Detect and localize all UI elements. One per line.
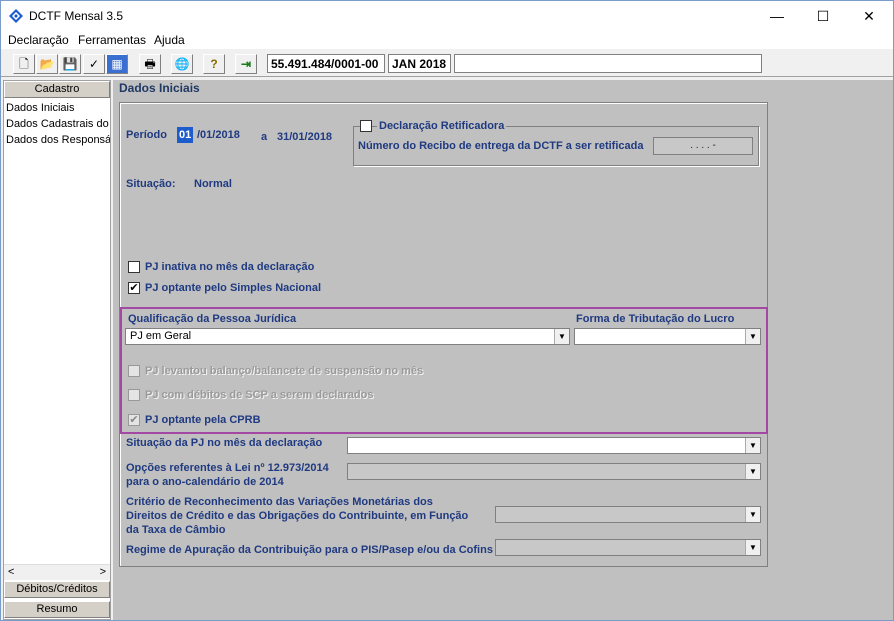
criterio-label-line2: Direitos de Crédito e das Obrigações do …: [126, 510, 469, 522]
regime-label: Regime de Apuração da Contribuição para …: [126, 544, 493, 556]
periodo-end: 31/01/2018: [277, 131, 333, 143]
pj-inativa-label: PJ inativa no mês da declaração: [145, 261, 315, 273]
forma-tributacao-label: Forma de Tributação do Lucro: [576, 313, 735, 325]
check-icon[interactable]: ✓: [83, 54, 105, 74]
chevron-down-icon[interactable]: ▼: [745, 540, 760, 555]
qualificacao-label: Qualificação da Pessoa Jurídica: [128, 313, 297, 325]
cadastro-tab[interactable]: Cadastro: [4, 81, 110, 98]
chevron-down-icon[interactable]: ▼: [745, 329, 760, 344]
main-content: Dados Iniciais Período 01 /01/2018 a 31/…: [113, 80, 893, 620]
chevron-down-icon[interactable]: ▼: [745, 507, 760, 522]
chevron-down-icon[interactable]: ▼: [745, 464, 760, 479]
pj-inativa-checkbox[interactable]: [128, 261, 140, 273]
period-field: JAN 2018: [388, 54, 451, 73]
status-field: [454, 54, 762, 73]
section-title: Dados Iniciais: [119, 81, 200, 95]
criterio-label-line3: da Taxa de Câmbio: [126, 524, 226, 536]
retificadora-checkbox[interactable]: [360, 120, 372, 132]
menu-declaracao[interactable]: Declaração: [8, 33, 69, 47]
maximize-button[interactable]: ☐: [800, 1, 846, 31]
scroll-right-icon[interactable]: >: [100, 566, 106, 578]
open-folder-icon[interactable]: 📂: [36, 54, 58, 74]
exit-icon[interactable]: ⇥: [235, 54, 257, 74]
application-window: DCTF Mensal 3.5 — ☐ ✕ Declaração Ferrame…: [0, 0, 894, 621]
retificadora-label: Declaração Retificadora: [377, 120, 507, 132]
nav-item-dados-cadastrais[interactable]: Dados Cadastrais do E: [6, 118, 110, 130]
recibo-field: . . . . -: [653, 137, 753, 155]
pj-cprb-checkbox[interactable]: ✔: [128, 414, 140, 426]
new-file-icon[interactable]: 🗋: [13, 54, 35, 74]
pj-simples-checkbox[interactable]: ✔: [128, 282, 140, 294]
criterio-label-line1: Critério de Reconhecimento das Variações…: [126, 496, 433, 508]
app-logo-icon: [9, 9, 23, 23]
pj-scp-label: PJ com débitos de SCP a serem declarados: [145, 389, 374, 401]
toolbar: 🗋 📂 💾 ✓ ▦ 🖶 🌐 ? ⇥ 55.491.484/0001-00 JAN…: [1, 51, 893, 77]
situacao-value: Normal: [194, 178, 232, 190]
qualificacao-select[interactable]: PJ em Geral ▼: [125, 328, 570, 345]
resumo-tab[interactable]: Resumo: [4, 601, 110, 618]
close-button[interactable]: ✕: [846, 1, 892, 31]
help-icon[interactable]: ?: [203, 54, 225, 74]
menu-ajuda[interactable]: Ajuda: [154, 33, 185, 47]
left-navigation-panel: Cadastro Dados Iniciais Dados Cadastrais…: [3, 80, 111, 620]
periodo-start-day[interactable]: 01: [177, 127, 194, 143]
print-icon[interactable]: 🖶: [139, 54, 161, 74]
minimize-button[interactable]: —: [754, 1, 800, 31]
situacao-pj-select[interactable]: ▼: [347, 437, 761, 454]
opcoes-select[interactable]: ▼: [347, 463, 761, 480]
pj-cprb-label: PJ optante pela CPRB: [145, 414, 261, 426]
periodo-separator: a: [261, 131, 268, 143]
horizontal-scrollbar[interactable]: < >: [4, 564, 110, 580]
qualificacao-value: PJ em Geral: [130, 330, 192, 342]
criterio-select[interactable]: ▼: [495, 506, 761, 523]
calc-icon[interactable]: ▦: [106, 54, 128, 74]
cnpj-field: 55.491.484/0001-00: [267, 54, 385, 73]
window-title: DCTF Mensal 3.5: [29, 9, 124, 23]
situacao-pj-label: Situação da PJ no mês da declaração: [126, 437, 323, 449]
regime-select[interactable]: ▼: [495, 539, 761, 556]
menu-ferramentas[interactable]: Ferramentas: [78, 33, 146, 47]
pj-scp-checkbox[interactable]: [128, 389, 140, 401]
opcoes-label-line1: Opções referentes à Lei nº 12.973/2014: [126, 462, 329, 474]
opcoes-label-line2: para o ano-calendário de 2014: [126, 476, 284, 488]
pj-balanco-checkbox[interactable]: [128, 365, 140, 377]
situacao-label: Situação:: [126, 178, 176, 190]
periodo-start-rest[interactable]: /01/2018: [197, 129, 240, 141]
menu-bar: Declaração Ferramentas Ajuda: [1, 31, 893, 49]
pj-simples-label: PJ optante pelo Simples Nacional: [145, 282, 322, 294]
nav-item-dados-iniciais[interactable]: Dados Iniciais: [6, 102, 110, 114]
globe-icon[interactable]: 🌐: [171, 54, 193, 74]
save-icon[interactable]: 💾: [59, 54, 81, 74]
forma-tributacao-select[interactable]: ▼: [574, 328, 761, 345]
scroll-left-icon[interactable]: <: [8, 566, 14, 578]
recibo-label: Número do Recibo de entrega da DCTF a se…: [358, 140, 644, 152]
chevron-down-icon[interactable]: ▼: [745, 438, 760, 453]
periodo-label: Período: [126, 129, 167, 141]
pj-balanco-label: PJ levantou balanço/balancete de suspens…: [145, 365, 424, 377]
nav-item-dados-responsavel[interactable]: Dados dos Responsáv: [6, 134, 110, 146]
chevron-down-icon[interactable]: ▼: [554, 329, 569, 344]
title-bar: DCTF Mensal 3.5 — ☐ ✕: [1, 1, 893, 31]
debitos-creditos-tab[interactable]: Débitos/Créditos: [4, 581, 110, 598]
